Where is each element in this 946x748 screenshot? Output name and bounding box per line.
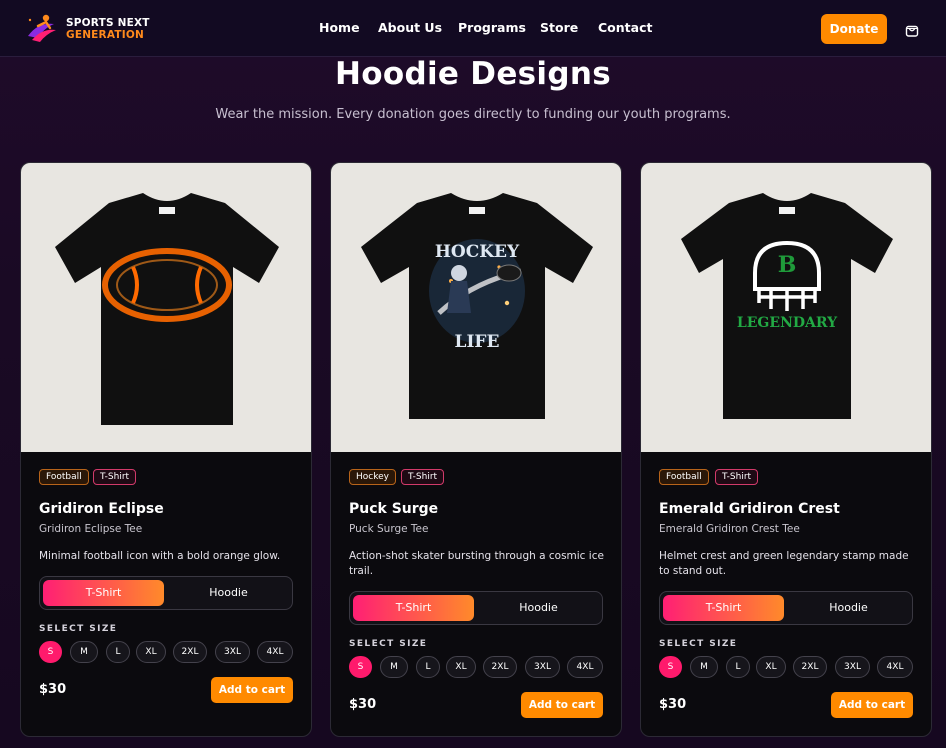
product-card-emerald-gridiron-crest: B LEGENDARY Football T-Shirt Emerald Gri… (640, 162, 932, 737)
nav-link-about-us[interactable]: About Us (378, 20, 442, 35)
type-option-tshirt[interactable]: T-Shirt (353, 595, 474, 621)
size-option-2xl[interactable]: 2XL (483, 656, 517, 678)
graphic-text-life: LIFE (455, 332, 500, 352)
product-price: $30 (39, 682, 67, 697)
type-option-hoodie[interactable]: Hoodie (788, 595, 909, 621)
product-image[interactable]: B LEGENDARY (641, 163, 931, 452)
tag-type: T-Shirt (715, 469, 759, 485)
product-name: Puck Surge (349, 501, 439, 517)
size-option-3xl[interactable]: 3XL (525, 656, 560, 678)
type-option-hoodie[interactable]: Hoodie (478, 595, 599, 621)
select-size-label: SELECT SIZE (659, 639, 738, 649)
type-option-tshirt[interactable]: T-Shirt (663, 595, 784, 621)
add-to-cart-button[interactable]: Add to cart (521, 692, 603, 718)
size-option-2xl[interactable]: 2XL (793, 656, 827, 678)
size-option-m[interactable]: M (380, 656, 408, 678)
page-subtitle: Wear the mission. Every donation goes di… (215, 107, 731, 122)
nav-link-home[interactable]: Home (319, 20, 360, 35)
size-option-2xl[interactable]: 2XL (173, 641, 207, 663)
graphic-text-legendary: LEGENDARY (737, 315, 838, 331)
product-subtitle: Puck Surge Tee (349, 523, 429, 535)
tag-sport: Hockey (349, 469, 396, 485)
shopping-bag-icon[interactable] (904, 22, 920, 38)
add-to-cart-button[interactable]: Add to cart (831, 692, 913, 718)
product-type-toggle: T-Shirt Hoodie (659, 591, 913, 625)
size-option-l[interactable]: L (416, 656, 440, 678)
main-menu: Home About Us Programs Store Contact (0, 20, 946, 38)
size-option-s[interactable]: S (349, 656, 372, 678)
size-option-l[interactable]: L (106, 641, 130, 663)
select-size-label: SELECT SIZE (39, 624, 118, 634)
football-tshirt-graphic (55, 193, 279, 425)
helmet-tshirt-graphic: B LEGENDARY (681, 193, 893, 419)
size-option-3xl[interactable]: 3XL (215, 641, 250, 663)
graphic-text-hockey: HOCKEY (435, 242, 520, 262)
product-card-gridiron-eclipse: Football T-Shirt Gridiron Eclipse Gridir… (20, 162, 312, 737)
type-option-hoodie[interactable]: Hoodie (168, 580, 289, 606)
page-title: Hoodie Designs (335, 56, 611, 92)
size-options: S M L XL 2XL 3XL 4XL (39, 641, 299, 663)
product-card-puck-surge: HOCKEY LIFE Hockey T-Shirt Puck Surge Pu… (330, 162, 622, 737)
add-to-cart-button[interactable]: Add to cart (211, 677, 293, 703)
product-subtitle: Gridiron Eclipse Tee (39, 523, 143, 535)
size-option-xl[interactable]: XL (756, 656, 786, 678)
product-description: Action-shot skater bursting through a co… (349, 550, 604, 577)
graphic-text-b: B (778, 252, 797, 278)
product-name: Gridiron Eclipse (39, 501, 164, 517)
type-option-tshirt[interactable]: T-Shirt (43, 580, 164, 606)
product-type-toggle: T-Shirt Hoodie (39, 576, 293, 610)
product-description: Minimal football icon with a bold orange… (39, 550, 281, 562)
nav-link-programs[interactable]: Programs (458, 20, 526, 35)
size-option-s[interactable]: S (659, 656, 682, 678)
size-option-l[interactable]: L (726, 656, 750, 678)
size-option-4xl[interactable]: 4XL (257, 641, 293, 663)
size-options: S M L XL 2XL 3XL 4XL (349, 656, 609, 678)
nav-link-store[interactable]: Store (540, 20, 578, 35)
top-nav: SPORTS NEXT GENERATION Home About Us Pro… (0, 0, 946, 57)
product-name: Emerald Gridiron Crest (659, 501, 840, 517)
tag-type: T-Shirt (401, 469, 445, 485)
size-option-s[interactable]: S (39, 641, 62, 663)
tag-sport: Football (659, 469, 709, 485)
product-image[interactable] (21, 163, 311, 452)
donate-button[interactable]: Donate (821, 14, 887, 44)
product-subtitle: Emerald Gridiron Crest Tee (659, 523, 800, 535)
size-option-xl[interactable]: XL (136, 641, 166, 663)
product-price: $30 (659, 697, 687, 712)
product-price: $30 (349, 697, 377, 712)
tag-type: T-Shirt (93, 469, 137, 485)
hockey-tshirt-graphic: HOCKEY LIFE (361, 193, 593, 419)
size-option-m[interactable]: M (70, 641, 98, 663)
size-option-m[interactable]: M (690, 656, 718, 678)
size-option-4xl[interactable]: 4XL (877, 656, 913, 678)
size-options: S M L XL 2XL 3XL 4XL (659, 656, 919, 678)
nav-link-contact[interactable]: Contact (598, 20, 652, 35)
size-option-3xl[interactable]: 3XL (835, 656, 870, 678)
select-size-label: SELECT SIZE (349, 639, 428, 649)
product-image[interactable]: HOCKEY LIFE (331, 163, 621, 452)
product-description: Helmet crest and green legendary stamp m… (659, 550, 909, 577)
product-type-toggle: T-Shirt Hoodie (349, 591, 603, 625)
size-option-xl[interactable]: XL (446, 656, 476, 678)
tag-sport: Football (39, 469, 89, 485)
size-option-4xl[interactable]: 4XL (567, 656, 603, 678)
